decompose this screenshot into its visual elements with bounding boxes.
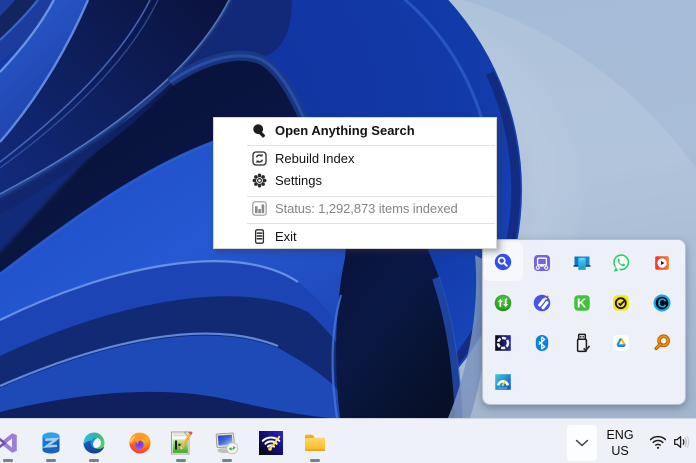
svg-text:K: K xyxy=(576,296,586,311)
svg-text:C: C xyxy=(657,296,666,310)
